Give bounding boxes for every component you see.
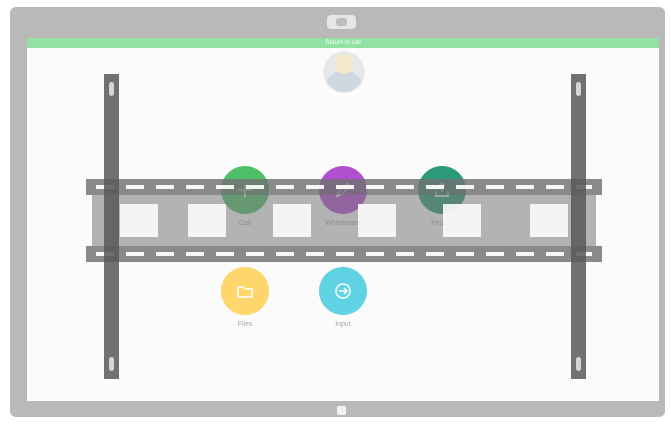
folder-icon <box>221 267 269 315</box>
app-files[interactable]: Files <box>215 267 275 328</box>
home-button[interactable] <box>337 406 346 415</box>
return-to-call-banner[interactable]: Return to call <box>27 38 659 48</box>
app-people-label: People <box>431 220 453 227</box>
avatar[interactable] <box>324 52 364 92</box>
arrow-right-circle-icon <box>319 267 367 315</box>
app-people[interactable]: People <box>412 166 472 227</box>
app-call-label: Call <box>238 220 252 227</box>
app-input[interactable]: Input <box>313 267 373 328</box>
pencil-icon <box>319 166 367 214</box>
share-tray-icon <box>418 166 466 214</box>
app-whiteboard-label: Whiteboard <box>325 220 361 227</box>
app-files-label: Files <box>237 321 253 328</box>
app-whiteboard[interactable]: Whiteboard <box>313 166 373 227</box>
app-call[interactable]: Call <box>215 166 275 227</box>
plus-icon <box>221 166 269 214</box>
camera-icon <box>327 15 356 29</box>
app-input-label: Input <box>335 321 351 328</box>
